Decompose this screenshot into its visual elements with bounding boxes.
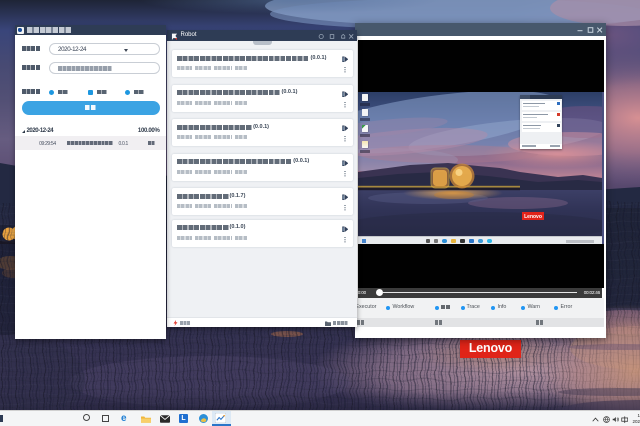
svg-text:Lenovo: Lenovo <box>524 214 542 220</box>
